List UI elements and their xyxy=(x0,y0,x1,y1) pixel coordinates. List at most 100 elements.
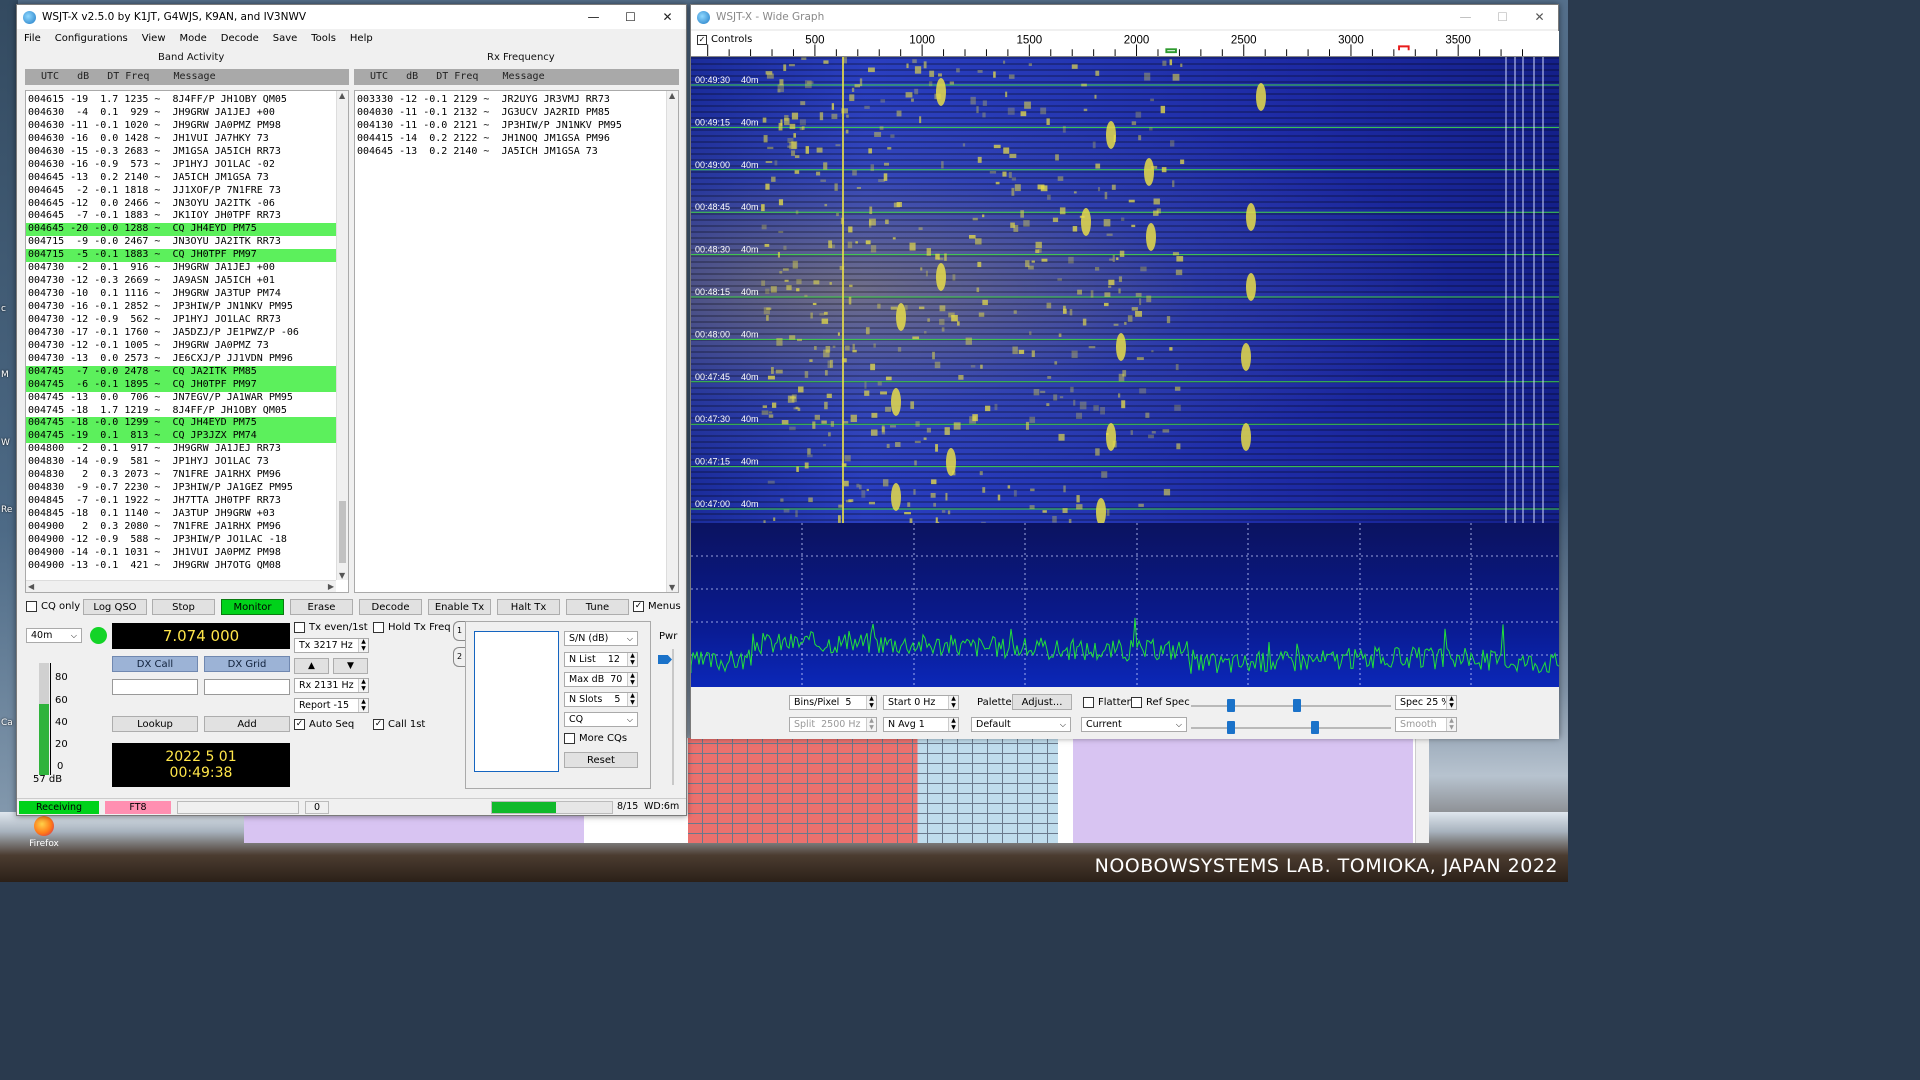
slider-handle[interactable] xyxy=(1293,699,1301,712)
spectrum-display[interactable] xyxy=(691,523,1559,687)
scroll-down-icon[interactable]: ▼ xyxy=(669,583,675,592)
scroll-thumb[interactable] xyxy=(339,501,346,563)
cq-decode-line[interactable]: 004745 -19 0.1 813 ~ CQ JP3JZX PM74 xyxy=(26,430,348,444)
spin-arrows-icon[interactable]: ▲ ▼ xyxy=(358,678,368,692)
pwr-slider-handle[interactable] xyxy=(658,655,672,664)
tune-button[interactable]: Tune xyxy=(566,599,629,615)
halt-tx-button[interactable]: Halt Tx xyxy=(497,599,560,615)
scroll-left-icon[interactable]: ◀ xyxy=(28,582,34,591)
band-activity-hscroll[interactable]: ◀ ▶ xyxy=(26,580,336,592)
menu-save[interactable]: Save xyxy=(266,33,305,44)
menu-decode[interactable]: Decode xyxy=(214,33,266,44)
add-button[interactable]: Add xyxy=(204,716,290,732)
erase-button[interactable]: Erase xyxy=(290,599,353,615)
n-avg-spinbox[interactable]: N Avg 1 ▲ ▼ xyxy=(883,717,959,732)
spin-arrows-icon[interactable]: ▲ ▼ xyxy=(358,698,368,712)
sort-select[interactable]: S/N (dB) ⌵ xyxy=(564,631,638,646)
rx-to-tx-down-button[interactable]: ▼ xyxy=(333,658,368,674)
band-activity-vscroll[interactable]: ▲ ▼ xyxy=(336,91,348,580)
rx-frequency-vscroll[interactable]: ▲ ▼ xyxy=(666,91,678,592)
slider-handle[interactable] xyxy=(1227,721,1235,734)
max-db-spinbox[interactable]: Max dB 70 ▲ ▼ xyxy=(564,672,638,687)
firefox-shortcut[interactable]: Firefox xyxy=(24,816,64,849)
bins-pixel-spinbox[interactable]: Bins/Pixel 5 ▲ ▼ xyxy=(789,695,877,710)
decode-line[interactable]: 004730 -12 -0.1 1005 ~ JH9GRW JA0PMZ 73 xyxy=(26,340,348,353)
main-titlebar[interactable]: WSJT-X v2.5.0 by K1JT, G4WJS, K9AN, and … xyxy=(17,5,686,29)
lookup-button[interactable]: Lookup xyxy=(112,716,198,732)
tx-frequency-spinbox[interactable]: Tx 3217 Hz ▲ ▼ xyxy=(294,638,369,653)
tab-2[interactable]: 2 xyxy=(453,647,465,667)
spin-arrows-icon[interactable]: ▲ ▼ xyxy=(627,692,637,706)
close-button[interactable]: ✕ xyxy=(649,5,686,29)
spin-arrows-icon[interactable]: ▲ ▼ xyxy=(948,717,958,731)
decode-line[interactable]: 004730 -10 0.1 1116 ~ JH9GRW JA3TUP PM74 xyxy=(26,288,348,301)
decode-line[interactable]: 004645 -12 0.0 2466 ~ JN3OYU JA2ITK -06 xyxy=(26,198,348,211)
scroll-down-icon[interactable]: ▼ xyxy=(339,571,345,580)
stop-button[interactable]: Stop xyxy=(152,599,215,615)
flatten-checkbox[interactable]: Flatten xyxy=(1083,697,1133,708)
menu-configurations[interactable]: Configurations xyxy=(48,33,135,44)
gain-slider[interactable] xyxy=(1191,699,1391,712)
rx-decode-line[interactable]: 004030 -11 -0.1 2132 ~ JG3UCV JA2RID PM8… xyxy=(355,107,678,120)
decode-line[interactable]: 004730 -2 0.1 916 ~ JH9GRW JA1JEJ +00 xyxy=(26,262,348,275)
tx-even-checkbox[interactable]: Tx even/1st xyxy=(294,622,368,633)
zero-slider[interactable] xyxy=(1191,721,1391,734)
decode-line[interactable]: 004830 2 0.3 2073 ~ 7N1FRE JA1RHX PM96 xyxy=(26,469,348,482)
spin-arrows-icon[interactable]: ▲ ▼ xyxy=(866,695,876,709)
reset-button[interactable]: Reset xyxy=(564,752,638,768)
more-cqs-checkbox[interactable]: More CQs xyxy=(564,733,627,744)
decode-line[interactable]: 004900 -13 -0.1 421 ~ JH9GRW JH7OTG QM08 xyxy=(26,560,348,573)
decode-line[interactable]: 004730 -16 -0.1 2852 ~ JP3HIW/P JN1NKV P… xyxy=(26,301,348,314)
decode-line[interactable]: 004900 -14 -0.1 1031 ~ JH1VUI JA0PMZ PM9… xyxy=(26,547,348,560)
menu-help[interactable]: Help xyxy=(343,33,380,44)
waterfall-display[interactable]: 00:49:30 40m 00:49:15 40m 00:49:00 40m 00:48:4… xyxy=(691,57,1559,523)
decode-line[interactable]: 004630 -16 -0.9 573 ~ JP1HYJ JO1LAC -02 xyxy=(26,159,348,172)
n-slots-spinbox[interactable]: N Slots 5 ▲ ▼ xyxy=(564,692,638,707)
scroll-up-icon[interactable]: ▲ xyxy=(669,91,675,100)
frequency-scale[interactable]: 500 1000 1500 2000 2500 3000 3500 xyxy=(691,31,1559,57)
spin-arrows-icon[interactable]: ▲ ▼ xyxy=(1446,695,1456,709)
report-spinbox[interactable]: Report -15 ▲ ▼ xyxy=(294,698,369,713)
spin-arrows-icon[interactable]: ▲ ▼ xyxy=(866,717,876,731)
spin-arrows-icon[interactable]: ▲ ▼ xyxy=(627,672,637,686)
decode-line[interactable]: 004645 -2 -0.1 1818 ~ JJ1XOF/P 7N1FRE 73 xyxy=(26,185,348,198)
spin-arrows-icon[interactable]: ▲ ▼ xyxy=(358,638,368,652)
tx-to-rx-up-button[interactable]: ▲ xyxy=(294,658,329,674)
rx-decode-line[interactable]: 004415 -14 0.2 2122 ~ JH1NOQ JM1GSA PM96 xyxy=(355,133,678,146)
decode-line[interactable]: 004630 -11 -0.1 1020 ~ JH9GRW JA0PMZ PM9… xyxy=(26,120,348,133)
minimize-button[interactable]: — xyxy=(575,5,612,29)
menus-checkbox[interactable]: ✓ Menus xyxy=(633,601,681,612)
cq-decode-line[interactable]: 004715 -5 -0.1 1883 ~ CQ JH0TPF PM97 xyxy=(26,249,348,263)
ref-spec-checkbox[interactable]: Ref Spec xyxy=(1131,697,1190,708)
spin-arrows-icon[interactable]: ▲ ▼ xyxy=(948,695,958,709)
rx-decode-line[interactable]: 004130 -11 -0.0 2121 ~ JP3HIW/P JN1NKV P… xyxy=(355,120,678,133)
dx-call-input[interactable] xyxy=(112,679,198,695)
decode-line[interactable]: 004830 -9 -0.7 2230 ~ JP3HIW/P JA1GEZ PM… xyxy=(26,482,348,495)
maximize-button[interactable]: ☐ xyxy=(1484,5,1521,29)
start-frequency-spinbox[interactable]: Start 0 Hz ▲ ▼ xyxy=(883,695,959,710)
close-button[interactable]: ✕ xyxy=(1521,5,1558,29)
decode-line[interactable]: 004845 -7 -0.1 1922 ~ JH7TTA JH0TPF RR73 xyxy=(26,495,348,508)
menu-view[interactable]: View xyxy=(135,33,173,44)
hold-tx-freq-checkbox[interactable]: Hold Tx Freq xyxy=(373,622,451,633)
pwr-slider[interactable] xyxy=(658,649,674,785)
decode-line[interactable]: 004730 -17 -0.1 1760 ~ JA5DZJ/P JE1PWZ/P… xyxy=(26,327,348,340)
auto-seq-checkbox[interactable]: ✓ Auto Seq xyxy=(294,719,354,730)
controls-checkbox[interactable]: ✓ Controls xyxy=(697,34,752,45)
cq-decode-line[interactable]: 004645 -20 -0.0 1288 ~ CQ JH4EYD PM75 xyxy=(26,223,348,237)
menu-file[interactable]: File xyxy=(17,33,48,44)
active-stations-list[interactable] xyxy=(474,631,559,772)
cq-only-checkbox[interactable]: CQ only xyxy=(26,601,80,612)
spectrum-mode-select[interactable]: Current ⌵ xyxy=(1081,717,1187,732)
decode-line[interactable]: 004630 -4 0.1 929 ~ JH9GRW JA1JEJ +00 xyxy=(26,107,348,120)
rx-decode-line[interactable]: 003330 -12 -0.1 2129 ~ JR2UYG JR3VMJ RR7… xyxy=(355,94,678,107)
decode-line[interactable]: 004800 -2 0.1 917 ~ JH9GRW JA1JEJ RR73 xyxy=(26,443,348,456)
scroll-right-icon[interactable]: ▶ xyxy=(328,582,334,591)
decode-line[interactable]: 004745 -13 0.0 706 ~ JN7EGV/P JA1WAR PM9… xyxy=(26,392,348,405)
menu-tools[interactable]: Tools xyxy=(304,33,343,44)
enable-tx-button[interactable]: Enable Tx xyxy=(428,599,491,615)
adjust-button[interactable]: Adjust... xyxy=(1012,694,1072,710)
decode-line[interactable]: 004645 -7 -0.1 1883 ~ JK1IOY JH0TPF RR73 xyxy=(26,210,348,223)
maximize-button[interactable]: ☐ xyxy=(612,5,649,29)
call-1st-checkbox[interactable]: ✓ Call 1st xyxy=(373,719,425,730)
